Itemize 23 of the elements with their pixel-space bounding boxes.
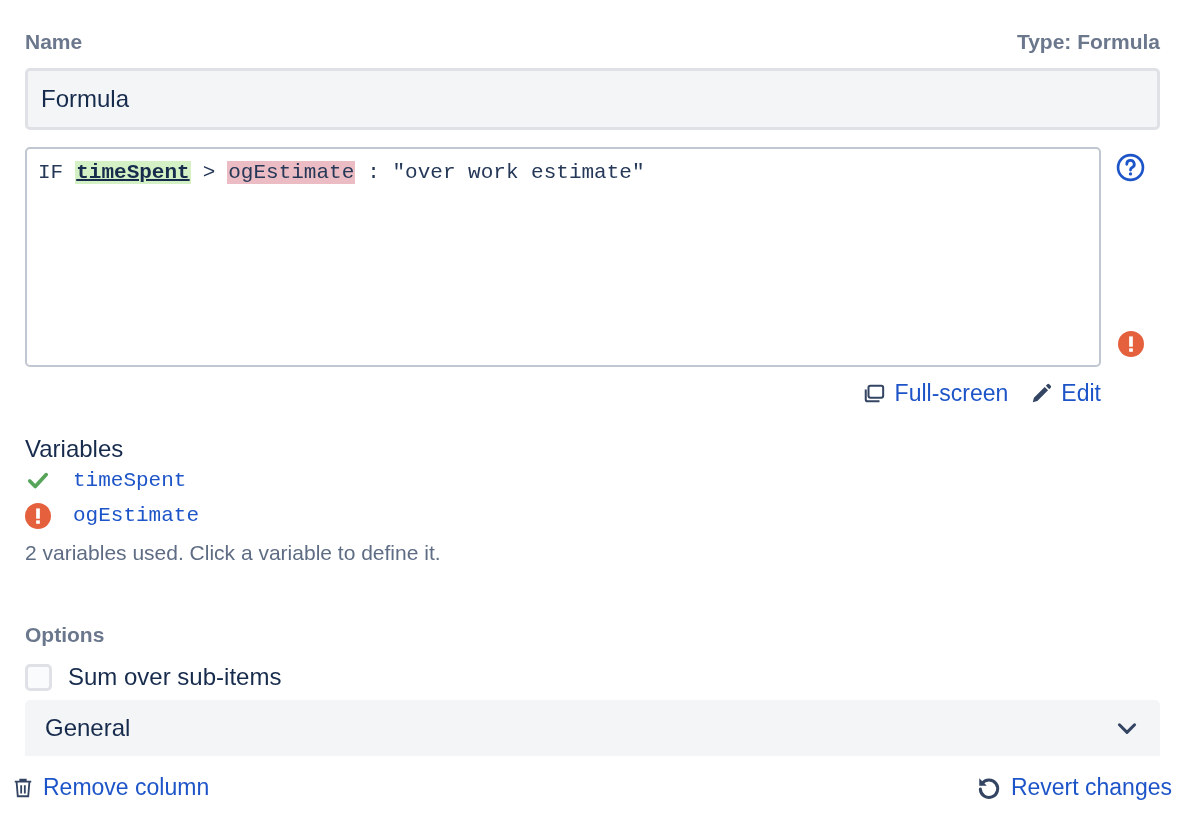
pencil-icon xyxy=(1030,382,1053,405)
defined-variable-token: timeSpent xyxy=(75,161,191,184)
formula-editor[interactable]: IF timeSpent > ogEstimate : "over work estimate" xyxy=(25,147,1101,367)
edit-link[interactable]: Edit xyxy=(1030,380,1101,407)
general-section-header[interactable]: General xyxy=(25,700,1160,756)
formula-text: : "over work estimate" xyxy=(367,161,645,184)
variable-link[interactable]: timeSpent xyxy=(73,469,187,492)
name-input-field[interactable]: Formula xyxy=(25,68,1160,130)
fullscreen-link[interactable]: Full-screen xyxy=(861,380,1009,407)
variables-heading: Variables xyxy=(25,435,125,463)
undefined-variable-token: ogEstimate xyxy=(227,161,356,184)
formula-text: > xyxy=(202,161,216,184)
variables-note: 2 variables used. Click a variable to define it. xyxy=(25,541,442,565)
name-label: Name xyxy=(25,30,83,54)
revert-changes-link[interactable]: Revert changes xyxy=(975,774,1172,801)
help-icon[interactable] xyxy=(1116,153,1145,182)
type-label: Type: Formula xyxy=(1016,30,1160,54)
options-label: Options xyxy=(25,623,106,647)
checkbox-label: Sum over sub-items xyxy=(68,663,282,691)
checkbox[interactable] xyxy=(25,663,52,691)
variable-link[interactable]: ogEstimate xyxy=(73,504,200,527)
remove-column-link[interactable]: Remove column xyxy=(12,774,210,801)
formula-text: IF xyxy=(38,161,64,184)
